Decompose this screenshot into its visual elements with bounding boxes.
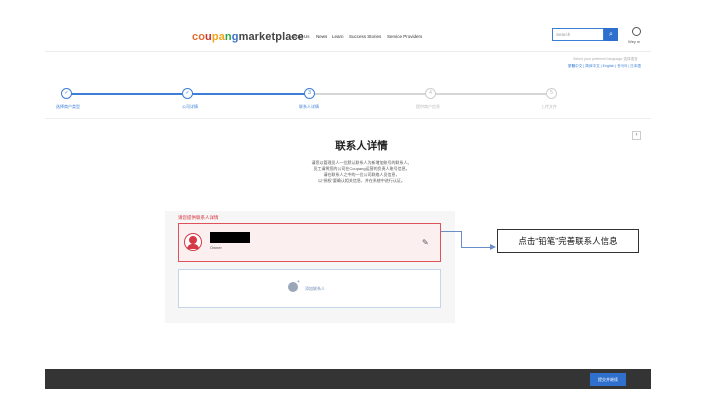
annotation-callout: 点击“铅笔”完善联系人信息 bbox=[497, 229, 639, 253]
search-button[interactable]: ⌕ bbox=[604, 28, 618, 41]
nav-learn[interactable]: Learn bbox=[332, 34, 344, 39]
user-label[interactable]: Wey w bbox=[628, 39, 640, 44]
user-icon[interactable] bbox=[632, 27, 641, 36]
language-hint: Select your preferred language 选择语言 bbox=[573, 57, 638, 61]
language-options[interactable]: 繁體中文 | 简体中文 | English | 한국어 | 日本語 bbox=[568, 64, 641, 69]
step-2-circle: ✓ bbox=[182, 88, 193, 99]
step-5-circle: 5 bbox=[546, 88, 557, 99]
annotation-connector bbox=[461, 231, 462, 248]
step-2-label: 公司详情 bbox=[182, 104, 198, 109]
nav-success-stories[interactable]: Success Stories bbox=[349, 34, 381, 39]
annotation-connector bbox=[441, 231, 461, 232]
plus-icon: + bbox=[297, 279, 300, 285]
logo-part: co bbox=[192, 31, 206, 43]
annotation-connector bbox=[461, 247, 491, 248]
stepper-divider bbox=[45, 118, 651, 119]
contact-role: Owner bbox=[210, 245, 222, 250]
avatar-head bbox=[189, 236, 197, 244]
nav-about-us[interactable]: About Us bbox=[291, 34, 310, 39]
redacted-contact-name bbox=[210, 232, 250, 243]
logo-part: g bbox=[231, 31, 239, 43]
nav-news[interactable]: News bbox=[316, 34, 327, 39]
submit-continue-button[interactable]: 提交并继续 bbox=[590, 373, 626, 386]
footer-bar bbox=[45, 369, 651, 389]
step-3-label: 联系人详情 bbox=[299, 104, 319, 109]
coupang-marketplace-logo[interactable]: coupangmarketplace bbox=[192, 31, 304, 43]
search-icon: ⌕ bbox=[609, 31, 613, 38]
section-label: 请您提供联系人详情 bbox=[178, 215, 219, 220]
page-title: 联系人详情 bbox=[335, 140, 388, 152]
avatar-body bbox=[187, 244, 199, 249]
step-1-circle: ✓ bbox=[61, 88, 72, 99]
header-divider bbox=[45, 51, 651, 52]
step-3-circle: 3 bbox=[304, 88, 315, 99]
step-4-circle: 4 bbox=[425, 88, 436, 99]
logo-part: n bbox=[224, 31, 232, 43]
add-contact-label: 添加联系人 bbox=[305, 286, 325, 291]
logo-part: u bbox=[205, 31, 212, 43]
step-1-label: 选择商户类型 bbox=[56, 104, 80, 109]
logo-part: pa bbox=[211, 31, 225, 43]
description-line: 以“授权”要确认相关信息，并在系统中进行认证。 bbox=[318, 178, 405, 183]
annotation-arrow bbox=[490, 244, 496, 250]
step-4-label: 提供商户信息 bbox=[416, 104, 440, 109]
pencil-icon[interactable]: ✎ bbox=[422, 238, 429, 247]
nav-service-providers[interactable]: Service Providers bbox=[387, 34, 422, 39]
step-5-label: 上传文件 bbox=[541, 104, 557, 109]
search-input[interactable]: Search bbox=[552, 28, 604, 41]
